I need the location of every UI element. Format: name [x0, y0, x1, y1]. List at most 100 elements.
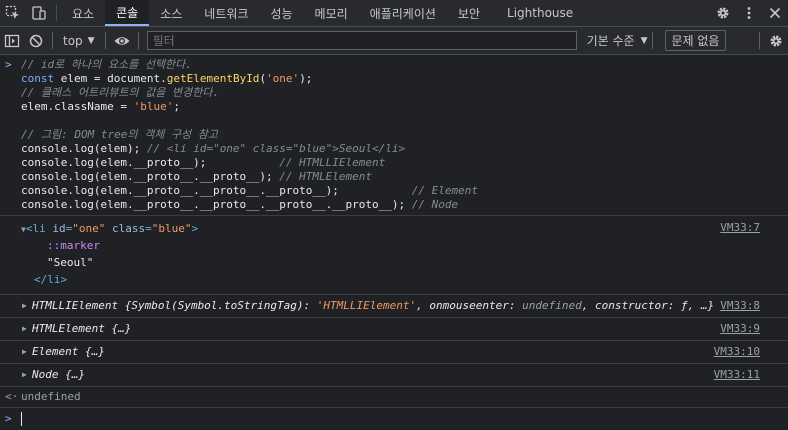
tab-memory[interactable]: 메모리	[304, 0, 359, 26]
log-message-object[interactable]: ▶ Node {…} VM33:11	[0, 364, 788, 387]
html-attr-value: "one"	[72, 222, 106, 235]
chevron-down-icon: ▼	[640, 35, 648, 46]
object-class: HTMLLIElement	[32, 299, 119, 312]
html-tag: <li	[25, 222, 46, 235]
code-text: );	[299, 72, 313, 85]
log-levels-dropdown[interactable]: 기본 수준 ▼	[587, 32, 648, 49]
code-keyword: const	[21, 72, 55, 85]
object-preview-string: 'HTMLLIElement'	[316, 299, 417, 312]
source-link[interactable]: VM33:9	[720, 318, 760, 340]
code-line: // 클래스 어트리뷰트의 값을 변경한다.	[0, 86, 788, 100]
object-preview: {…}	[78, 345, 105, 358]
html-tag: </li>	[34, 273, 68, 286]
code-line: elem.className = 'blue';	[0, 100, 788, 114]
source-link[interactable]: VM33:8	[720, 295, 760, 317]
close-icon[interactable]	[762, 0, 788, 26]
log-levels-label: 기본 수준	[586, 34, 635, 48]
log-message-object[interactable]: ▶ HTMLLIElement {Symbol(Symbol.toStringT…	[0, 295, 788, 318]
tab-performance[interactable]: 성능	[259, 0, 303, 26]
code-text: console.log(elem.__proto__.__proto__.__p…	[21, 184, 339, 197]
gear-icon[interactable]	[710, 0, 736, 26]
triangle-right-icon[interactable]: ▶	[22, 295, 27, 317]
html-attr-value: "blue"	[151, 222, 192, 235]
tab-application[interactable]: 애플리케이션	[359, 0, 447, 26]
dom-node-text[interactable]: "Seoul"	[21, 254, 788, 271]
code-comment: // 클래스 어트리뷰트의 값을 변경한다.	[21, 86, 220, 99]
code-line: console.log(elem); // <li id="one" class…	[0, 142, 788, 156]
sidebar-toggle-icon[interactable]	[0, 27, 24, 54]
device-toggle-icon[interactable]	[26, 0, 52, 26]
code-function: getElementById	[166, 72, 260, 85]
dom-node-open[interactable]: ▼<li id="one" class="blue">	[21, 220, 788, 237]
tab-security[interactable]: 보안	[447, 0, 491, 26]
code-text: console.log(elem);	[21, 142, 141, 155]
toolbar-divider	[52, 32, 53, 49]
console-prompt[interactable]: >	[0, 408, 788, 430]
issues-button[interactable]: 문제 없음	[664, 30, 727, 51]
context-label: top	[63, 33, 83, 48]
toolbar-divider	[651, 32, 653, 49]
code-text: ;	[173, 100, 180, 113]
source-link[interactable]: VM33:11	[714, 364, 760, 386]
object-class: Node	[32, 368, 59, 381]
code-comment: // HTMLLIElement	[206, 156, 386, 169]
tab-elements[interactable]: 요소	[61, 0, 105, 26]
tab-sources[interactable]: 소스	[149, 0, 193, 26]
tab-lighthouse[interactable]: Lighthouse	[491, 0, 589, 26]
toolbar-divider	[104, 32, 106, 49]
pseudo-element: ::marker	[47, 239, 100, 252]
source-link[interactable]: VM33:10	[714, 341, 760, 363]
code-text: console.log(elem.__proto__.__proto__);	[21, 170, 273, 183]
tabbar-divider	[56, 5, 57, 21]
context-selector[interactable]: top ▼	[57, 34, 101, 48]
object-preview: , onmouseenter:	[416, 299, 523, 312]
code-text: elem.className =	[21, 100, 134, 113]
object-preview: {…}	[58, 368, 85, 381]
html-tag-close: >	[191, 222, 199, 235]
log-message-object[interactable]: ▶ Element {…} VM33:10	[0, 341, 788, 364]
code-line: console.log(elem.__proto__); // HTMLLIEl…	[0, 156, 788, 170]
chevron-down-icon: ▼	[87, 35, 95, 46]
chevron-right-icon: >	[5, 58, 12, 71]
object-class: HTMLElement	[32, 322, 105, 335]
code-line: const elem = document.getElementById('on…	[0, 72, 788, 86]
code-line: // id로 하나의 요소를 선택한다.	[0, 58, 788, 72]
eye-icon[interactable]	[110, 27, 134, 54]
devtools-tabbar: 요소 콘솔 소스 네트워크 성능 메모리 애플리케이션 보안 Lighthous…	[0, 0, 788, 27]
code-comment: // id로 하나의 요소를 선택한다.	[21, 58, 192, 71]
settings-icon[interactable]	[764, 27, 788, 54]
triangle-right-icon[interactable]: ▶	[22, 318, 27, 340]
object-preview: , constructor: ƒ, …}	[581, 299, 715, 312]
toolbar-divider	[759, 32, 760, 49]
html-attr-name: id	[45, 222, 66, 235]
code-comment: // Node	[405, 198, 459, 211]
more-vert-icon[interactable]	[736, 0, 762, 26]
object-preview: {…}	[104, 322, 132, 335]
result-value: undefined	[21, 390, 81, 403]
object-preview: {Symbol(Symbol.toStringTag):	[118, 299, 317, 312]
triangle-right-icon[interactable]: ▶	[22, 341, 27, 363]
code-text: console.log(elem.__proto__);	[21, 156, 207, 169]
console-result: <· undefined	[0, 387, 788, 408]
result-arrow-icon: <·	[5, 390, 19, 403]
tab-console[interactable]: 콘솔	[105, 0, 150, 26]
html-equals: =	[145, 222, 152, 235]
dom-node-marker[interactable]: ::marker	[21, 237, 788, 254]
inspect-icon[interactable]	[0, 0, 26, 26]
filter-input[interactable]	[146, 31, 577, 50]
code-comment: // Element	[338, 184, 478, 197]
tab-network[interactable]: 네트워크	[193, 0, 259, 26]
dom-node-close[interactable]: </li>	[21, 271, 788, 288]
triangle-right-icon[interactable]: ▶	[22, 364, 27, 386]
code-line: console.log(elem.__proto__.__proto__.__p…	[0, 198, 788, 212]
clear-icon[interactable]	[24, 27, 48, 54]
console-output: > // id로 하나의 요소를 선택한다. const elem = docu…	[0, 55, 788, 430]
log-message-object[interactable]: ▶ HTMLElement {…} VM33:9	[0, 318, 788, 341]
code-string: 'blue'	[133, 100, 174, 113]
log-message-li: ▼<li id="one" class="blue"> ::marker "Se…	[0, 216, 788, 295]
toolbar-divider	[137, 32, 139, 49]
console-toolbar: top ▼ 기본 수준 ▼ 문제 없음	[0, 27, 788, 55]
code-comment: // HTMLElement	[272, 170, 373, 183]
source-link[interactable]: VM33:7	[720, 221, 760, 235]
